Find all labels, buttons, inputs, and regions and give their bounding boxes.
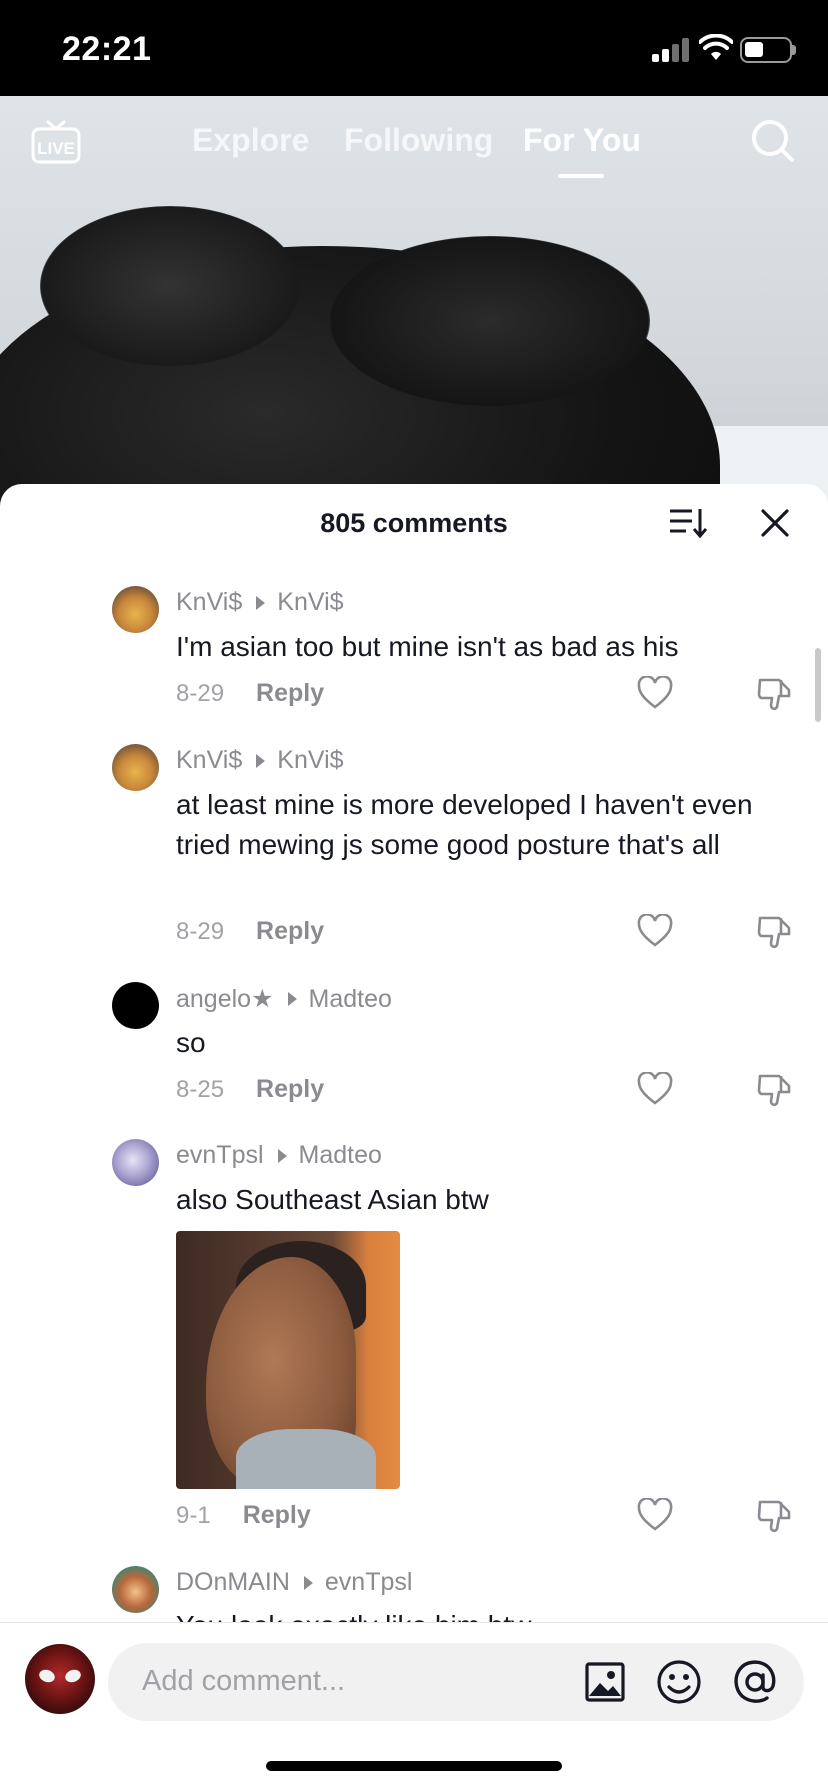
- thumbs-down-icon[interactable]: [757, 1072, 793, 1108]
- author-name[interactable]: evnTpsl: [176, 1141, 264, 1170]
- search-icon[interactable]: [750, 118, 796, 164]
- reply-to-name[interactable]: KnVi$: [277, 746, 343, 775]
- video-hair-shape-3: [330, 236, 650, 406]
- reply-arrow-icon: [256, 595, 266, 610]
- comment-input-placeholder: Add comment...: [142, 1665, 346, 1697]
- thumbs-down-icon[interactable]: [757, 914, 793, 950]
- comment-input[interactable]: Add comment...: [108, 1643, 804, 1721]
- image-icon[interactable]: [584, 1661, 626, 1703]
- scrollbar[interactable]: [815, 648, 821, 722]
- comments-sheet: 805 comments KnVi$ KnVi$ I'm asian too b…: [0, 484, 828, 1792]
- comments-header: 805 comments: [0, 484, 828, 564]
- thumbs-down-icon[interactable]: [757, 676, 793, 712]
- comment-names: evnTpsl Madteo: [176, 1141, 382, 1170]
- avatar[interactable]: [112, 1566, 159, 1613]
- emoji-icon[interactable]: [656, 1659, 702, 1705]
- reply-arrow-icon: [287, 992, 297, 1006]
- reply-button[interactable]: Reply: [256, 1075, 324, 1104]
- live-tv-icon: LIVE: [31, 120, 81, 164]
- photo-shirt: [236, 1429, 376, 1489]
- author-name[interactable]: angelo★: [176, 984, 274, 1014]
- reply-to-name[interactable]: Madteo: [299, 1141, 382, 1170]
- comment-names: KnVi$ KnVi$: [176, 588, 344, 617]
- reply-to-name[interactable]: evnTpsl: [325, 1568, 413, 1597]
- svg-text:LIVE: LIVE: [37, 139, 75, 158]
- comment-text: so: [176, 1027, 206, 1058]
- heart-icon[interactable]: [637, 914, 673, 948]
- comment-date: 9-1: [176, 1501, 211, 1529]
- avatar[interactable]: [112, 982, 159, 1029]
- close-icon[interactable]: [760, 508, 790, 538]
- my-avatar[interactable]: [25, 1644, 95, 1714]
- comment-attached-photo[interactable]: [176, 1231, 400, 1489]
- status-bar: 22:21: [0, 0, 828, 96]
- heart-icon[interactable]: [637, 676, 673, 710]
- top-nav: LIVE Explore Following For You: [0, 96, 828, 186]
- author-name[interactable]: KnVi$: [176, 746, 242, 775]
- comment-meta: 9-1 Reply: [176, 1501, 311, 1530]
- comment-meta: 8-29 Reply: [176, 917, 324, 946]
- author-name[interactable]: DOnMAIN: [176, 1568, 290, 1597]
- avatar-eye-right: [63, 1667, 83, 1685]
- reply-to-name[interactable]: KnVi$: [277, 588, 343, 617]
- reply-button[interactable]: Reply: [256, 679, 324, 708]
- mention-icon[interactable]: [732, 1659, 778, 1705]
- avatar[interactable]: [112, 1139, 159, 1186]
- tab-for-you[interactable]: For You: [523, 122, 641, 159]
- comment-names: angelo★ Madteo: [176, 984, 392, 1014]
- sort-icon[interactable]: [668, 506, 708, 540]
- live-button[interactable]: LIVE: [30, 118, 82, 171]
- avatar[interactable]: [112, 744, 159, 791]
- active-tab-indicator: [558, 174, 604, 178]
- wifi-icon: [699, 34, 733, 60]
- reply-button[interactable]: Reply: [243, 1501, 311, 1530]
- comment-text: at least mine is more developed I haven'…: [176, 789, 753, 860]
- comment-date: 8-29: [176, 679, 225, 707]
- reply-arrow-icon: [256, 753, 266, 768]
- heart-icon[interactable]: [637, 1498, 673, 1532]
- comment-text: I'm asian too but mine isn't as bad as h…: [176, 631, 679, 662]
- reply-button[interactable]: Reply: [256, 917, 324, 946]
- reply-arrow-icon: [277, 1148, 287, 1163]
- comment-date: 8-29: [176, 917, 225, 945]
- video-hair-shape-2: [40, 206, 300, 366]
- battery-icon: [740, 37, 792, 63]
- home-indicator[interactable]: [266, 1761, 562, 1771]
- comment-meta: 8-29 Reply: [176, 679, 324, 708]
- comment-names: KnVi$ KnVi$: [176, 746, 344, 775]
- comment-names: DOnMAIN evnTpsl: [176, 1568, 412, 1597]
- tab-following[interactable]: Following: [344, 122, 493, 159]
- author-name[interactable]: KnVi$: [176, 588, 242, 617]
- reply-arrow-icon: [303, 1575, 313, 1590]
- battery-tip: [792, 45, 796, 55]
- thumbs-down-icon[interactable]: [757, 1498, 793, 1534]
- comment-meta: 8-25 Reply: [176, 1075, 324, 1104]
- heart-icon[interactable]: [637, 1072, 673, 1106]
- status-time: 22:21: [62, 30, 152, 68]
- reply-to-name[interactable]: Madteo: [309, 985, 392, 1014]
- tab-explore[interactable]: Explore: [192, 122, 309, 159]
- cellular-signal-icon: [652, 38, 690, 62]
- avatar[interactable]: [112, 586, 159, 633]
- comment-text: also Southeast Asian btw: [176, 1184, 489, 1215]
- comment-date: 8-25: [176, 1075, 225, 1103]
- avatar-eye-left: [37, 1667, 57, 1685]
